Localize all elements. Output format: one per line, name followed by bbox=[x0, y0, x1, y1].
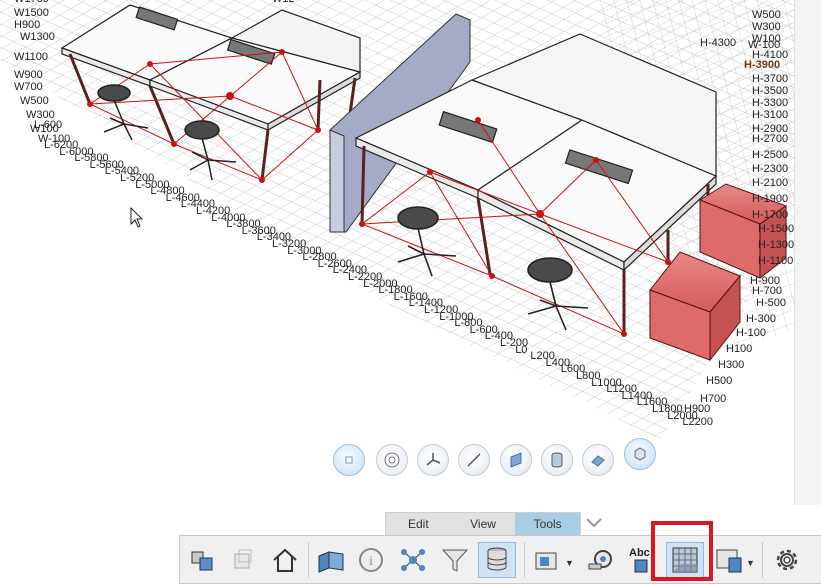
axis-label: H900 bbox=[14, 19, 41, 31]
axis-label: W500 bbox=[752, 9, 781, 21]
svg-text:i: i bbox=[369, 553, 373, 568]
axis-label: H-2100 bbox=[752, 177, 789, 189]
render-settings-icon[interactable] bbox=[710, 542, 748, 578]
axis-label: W500 bbox=[20, 95, 49, 107]
axis-label: W1100 bbox=[14, 51, 49, 63]
axis-label: L0 bbox=[515, 343, 528, 356]
3d-viewport[interactable]: W1700W1500H900W1300W1100W900W700W500W300… bbox=[0, 0, 794, 584]
database-icon[interactable] bbox=[478, 542, 516, 578]
annotation-label: Abc bbox=[629, 547, 650, 559]
axis-label: W1500 bbox=[14, 7, 49, 19]
axis-label: H-700 bbox=[752, 285, 782, 297]
3d-view-icon[interactable] bbox=[312, 542, 350, 578]
axis-label: H-1900 bbox=[752, 193, 789, 205]
main-toolbar: i ▼ Abc ▼ bbox=[179, 535, 821, 584]
section-dropdown-icon[interactable]: ▼ bbox=[565, 558, 574, 568]
vertical-scrollbar[interactable] bbox=[794, 0, 821, 505]
axis-label: H-3300 bbox=[752, 97, 789, 109]
collapse-chevron-icon[interactable] bbox=[584, 514, 604, 532]
axis-label: H-1300 bbox=[758, 239, 794, 251]
tab-edit[interactable]: Edit bbox=[386, 513, 451, 535]
axis-label: H-2500 bbox=[752, 149, 789, 161]
axis-label: W1300 bbox=[20, 31, 55, 43]
settings-gear-icon[interactable] bbox=[768, 542, 806, 578]
axis-label: H-3900 bbox=[744, 59, 781, 71]
axis-label: H-3100 bbox=[752, 109, 789, 121]
grid-room-icon[interactable] bbox=[666, 542, 704, 578]
axis-label: W12 bbox=[272, 0, 295, 5]
axis-label: W300 bbox=[752, 21, 781, 33]
axis-label: H-4300 bbox=[700, 37, 737, 49]
ghost-cube-icon[interactable] bbox=[224, 542, 262, 578]
axis-label: H100 bbox=[726, 343, 753, 355]
cylinder-icon[interactable] bbox=[541, 444, 573, 476]
render-dropdown-icon[interactable]: ▼ bbox=[746, 558, 755, 568]
axis-label: W700 bbox=[14, 81, 43, 93]
mouse-cursor-icon bbox=[130, 206, 144, 228]
axis-label: L2200 bbox=[682, 416, 713, 429]
axes-icon[interactable] bbox=[417, 444, 449, 476]
axis-label: H-2700 bbox=[752, 133, 789, 145]
axis-label: H-1700 bbox=[752, 209, 789, 221]
axis-label: W1700 bbox=[14, 0, 49, 5]
axis-label: L-600 bbox=[34, 119, 63, 131]
axis-label: H500 bbox=[706, 375, 733, 387]
annotation-icon[interactable]: Abc bbox=[624, 542, 662, 578]
axis-label: H-500 bbox=[756, 297, 786, 309]
axis-label: H-100 bbox=[736, 327, 766, 339]
box-select-icon[interactable] bbox=[624, 438, 656, 470]
target-icon[interactable] bbox=[376, 444, 408, 476]
info-icon[interactable]: i bbox=[352, 542, 390, 578]
filter-icon[interactable] bbox=[436, 542, 474, 578]
axis-label: H-1500 bbox=[758, 223, 794, 235]
cubes-tool-icon[interactable] bbox=[184, 542, 222, 578]
measure-tape-icon[interactable] bbox=[582, 542, 620, 578]
axis-label: H-3700 bbox=[752, 73, 789, 85]
axis-label: H300 bbox=[718, 359, 745, 371]
tab-tools[interactable]: Tools bbox=[515, 513, 581, 535]
axis-label: H-1100 bbox=[758, 255, 794, 267]
home-icon[interactable] bbox=[266, 542, 304, 578]
axis-label: H-2300 bbox=[752, 163, 789, 175]
axis-label: H900 bbox=[684, 403, 711, 415]
section-view-icon[interactable] bbox=[528, 542, 566, 578]
focus-point-icon[interactable] bbox=[333, 444, 365, 476]
flip-icon[interactable] bbox=[582, 444, 614, 476]
mode-tabs: Edit View Tools bbox=[385, 512, 581, 536]
line-measure-icon[interactable] bbox=[458, 444, 490, 476]
plane-icon[interactable] bbox=[500, 444, 532, 476]
axis-label: H-300 bbox=[746, 313, 776, 325]
tab-view[interactable]: View bbox=[451, 513, 516, 535]
axis-label: W900 bbox=[14, 69, 43, 81]
axis-label: H-3500 bbox=[752, 85, 789, 97]
network-icon[interactable] bbox=[394, 542, 432, 578]
